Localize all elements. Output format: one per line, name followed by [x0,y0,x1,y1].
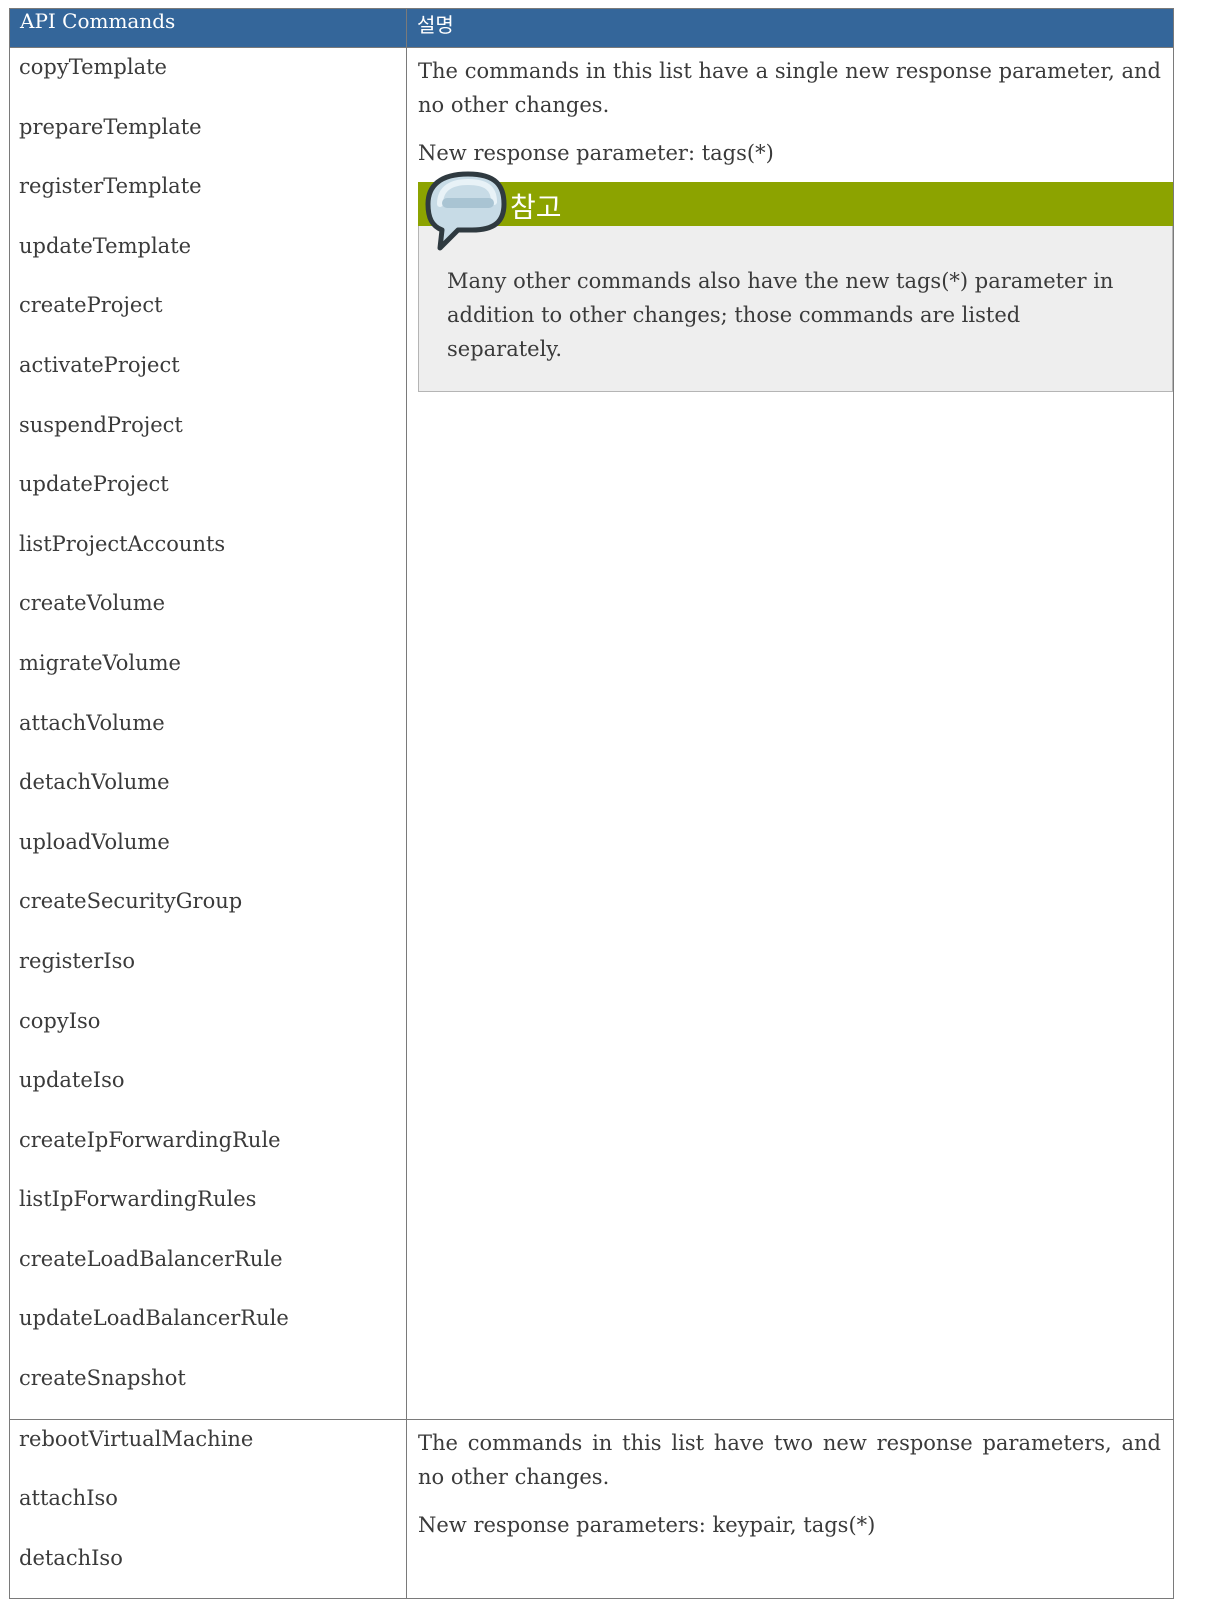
command-item: migrateVolume [19,650,181,675]
command-item: detachVolume [19,770,170,795]
description-text: The commands in this list have a single … [418,59,1161,117]
commands-cell: rebootVirtualMachine attachIso detachIso [9,1418,407,1600]
command-item: copyIso [19,1008,101,1033]
command-item: createSecurityGroup [19,889,243,914]
command-item: uploadVolume [19,829,170,854]
new-parameter-text: New response parameter: tags(*) [418,141,774,165]
command-item: createSnapshot [19,1366,186,1391]
command-item: createProject [19,293,163,318]
command-item: rebootVirtualMachine [19,1426,254,1451]
command-item: copyTemplate [19,55,167,79]
header-description: 설명 [406,8,1174,48]
command-item: attachVolume [19,710,165,735]
commands-cell: copyTemplate prepareTemplate registerTem… [9,47,407,1420]
command-item: updateLoadBalancerRule [19,1306,289,1331]
command-item: createIpForwardingRule [19,1127,281,1152]
note-box: 참고 Many other commands also have the new… [418,171,1173,392]
table-row: rebootVirtualMachine attachIso detachIso… [9,1418,1174,1600]
description-cell: The commands in this list have two new r… [406,1418,1174,1600]
note-text: Many other commands also have the new ta… [418,226,1173,392]
command-item: createVolume [19,591,166,616]
command-item: attachIso [19,1486,118,1511]
command-item: updateProject [19,472,169,497]
command-list: rebootVirtualMachine attachIso detachIso [10,1420,406,1599]
note-header: 참고 [418,171,1173,251]
command-item: updateIso [19,1068,125,1093]
command-item: suspendProject [19,412,183,437]
command-item: prepareTemplate [19,114,202,139]
speech-bubble-icon [425,171,507,251]
header-api-commands: API Commands [9,8,407,48]
command-item: detachIso [19,1545,123,1570]
command-item: updateTemplate [19,233,192,258]
command-item: listProjectAccounts [19,531,226,556]
table-row: copyTemplate prepareTemplate registerTem… [9,47,1174,1420]
new-parameter-text: New response parameters: keypair, tags(*… [418,1512,876,1537]
command-item: registerTemplate [19,174,202,199]
command-item: listIpForwardingRules [19,1187,257,1212]
note-title: 참고 [510,191,562,224]
command-list: copyTemplate prepareTemplate registerTem… [10,48,406,1419]
command-item: registerIso [19,948,136,973]
command-item: createLoadBalancerRule [19,1246,283,1271]
description-cell: The commands in this list have a single … [406,47,1174,1420]
description-text: The commands in this list have two new r… [418,1430,1161,1489]
api-commands-table: API Commands 설명 copyTemplate prepareTemp… [9,8,1174,1600]
command-item: activateProject [19,352,180,377]
